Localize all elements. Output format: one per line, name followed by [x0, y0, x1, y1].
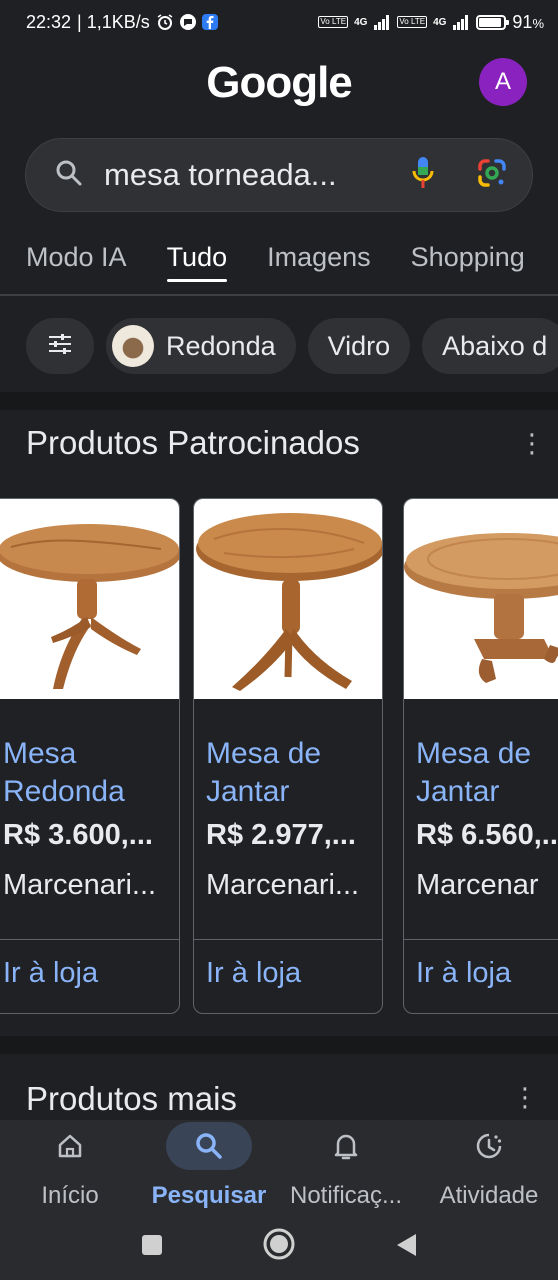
chip-abaixo[interactable]: Abaixo d: [422, 318, 558, 374]
product-image[interactable]: [0, 499, 179, 699]
status-bar: 22:32 | 1,1KB/s Vo LTE 4G Vo LTE 4G 91%: [0, 0, 558, 44]
more-options-icon[interactable]: ⋮: [512, 1084, 538, 1110]
volte-badge-2: Vo LTE: [397, 16, 428, 28]
filter-settings-button[interactable]: [26, 318, 94, 374]
status-time: 22:32: [26, 11, 72, 32]
recents-button[interactable]: [141, 1234, 163, 1261]
nav-label: Início: [41, 1182, 99, 1209]
product-price: R$ 2.977,...: [206, 819, 356, 851]
sliders-icon: [47, 331, 73, 362]
battery-percent: 91: [512, 11, 533, 32]
search-actions: [410, 155, 508, 196]
filter-chips: Redonda Vidro Abaixo d: [26, 318, 558, 374]
google-lens-icon[interactable]: [476, 157, 508, 194]
chip-thumbnail: [112, 325, 154, 367]
active-pill: [166, 1122, 252, 1170]
product-image[interactable]: [404, 499, 558, 699]
nav-label: Pesquisar: [151, 1182, 267, 1209]
bottom-navigation: Início Pesquisar Notificaç... Atividade: [0, 1120, 558, 1216]
chip-redonda[interactable]: Redonda: [106, 318, 296, 374]
section-title: Produtos mais: [26, 1080, 237, 1117]
section-divider: [0, 392, 558, 410]
chip-vidro[interactable]: Vidro: [307, 318, 411, 374]
battery-fill: [479, 17, 502, 27]
home-icon: [10, 1120, 130, 1172]
facebook-icon: [201, 14, 218, 30]
search-tabs: Modo IA Tudo Imagens Shopping: [0, 234, 558, 296]
product-title[interactable]: Mesa de Jantar: [416, 735, 558, 805]
avatar[interactable]: A: [479, 58, 527, 106]
signal-icon-2: [452, 14, 470, 30]
tab-shopping[interactable]: Shopping: [411, 234, 525, 294]
more-options-icon[interactable]: ⋮: [519, 430, 545, 456]
product-title[interactable]: Mesa Redonda: [3, 735, 173, 805]
product-price: R$ 6.560,...: [416, 819, 558, 851]
product-image[interactable]: [194, 499, 382, 699]
card-divider: [194, 939, 382, 940]
bell-icon: [278, 1120, 414, 1172]
product-seller: Marcenari...: [3, 869, 157, 901]
nav-item-inicio[interactable]: Início: [10, 1120, 130, 1216]
product-seller: Marcenar: [416, 869, 539, 901]
signal-icon-1: [373, 14, 391, 30]
battery-icon: [476, 14, 510, 30]
chip-label: Redonda: [166, 330, 276, 361]
go-to-store-link[interactable]: Ir à loja: [416, 957, 511, 990]
go-to-store-link[interactable]: Ir à loja: [206, 957, 301, 990]
back-button[interactable]: [394, 1232, 418, 1263]
card-divider: [404, 939, 558, 940]
search-bar[interactable]: mesa torneada...: [25, 138, 533, 212]
nav-label: Notificaç...: [289, 1182, 403, 1209]
network-type-1: 4G: [354, 16, 368, 28]
status-right: Vo LTE 4G Vo LTE 4G 91%: [318, 12, 544, 33]
nav-item-atividade[interactable]: Atividade: [426, 1120, 552, 1216]
tab-modo-ia[interactable]: Modo IA: [26, 234, 127, 294]
card-divider: [0, 939, 179, 940]
chip-label: Abaixo d: [442, 330, 548, 361]
chip-label: Vidro: [327, 330, 391, 361]
battery-unit: %: [532, 15, 544, 31]
product-seller: Marcenari...: [206, 869, 360, 901]
nav-item-pesquisar[interactable]: Pesquisar: [146, 1120, 272, 1216]
section-divider: [0, 1036, 558, 1054]
product-title[interactable]: Mesa de Jantar: [206, 735, 376, 805]
home-button[interactable]: [263, 1228, 295, 1265]
product-price: R$ 3.600,...: [3, 819, 153, 851]
battery-level: 91%: [512, 12, 544, 33]
network-type-2: 4G: [433, 16, 447, 28]
search-nav-icon-wrapper: [146, 1120, 272, 1172]
status-left: 22:32 | 1,1KB/s: [26, 12, 218, 33]
product-card[interactable]: Mesa Redonda R$ 3.600,... Marcenari... I…: [0, 498, 180, 1014]
search-icon: [196, 1133, 222, 1159]
search-input[interactable]: mesa torneada...: [104, 157, 410, 193]
alarm-icon: [156, 13, 174, 31]
product-card[interactable]: Mesa de Jantar R$ 6.560,... Marcenar Ir …: [403, 498, 558, 1014]
volte-badge-1: Vo LTE: [318, 16, 349, 28]
go-to-store-link[interactable]: Ir à loja: [3, 957, 98, 990]
nav-label: Atividade: [439, 1182, 539, 1209]
status-speed: | 1,1KB/s: [77, 11, 150, 32]
nav-item-notificacoes[interactable]: Notificaç...: [278, 1120, 414, 1216]
tab-imagens[interactable]: Imagens: [267, 234, 371, 294]
product-card[interactable]: Mesa de Jantar R$ 2.977,... Marcenari...…: [193, 498, 383, 1014]
microphone-icon[interactable]: [410, 155, 436, 196]
google-logo[interactable]: Google: [0, 58, 558, 108]
section-title: Produtos Patrocinados: [26, 424, 360, 461]
activity-icon: [426, 1120, 552, 1172]
system-navigation-bar: [0, 1216, 558, 1280]
search-icon: [54, 158, 84, 193]
messages-icon: [179, 14, 196, 30]
tab-tudo[interactable]: Tudo: [166, 234, 227, 294]
